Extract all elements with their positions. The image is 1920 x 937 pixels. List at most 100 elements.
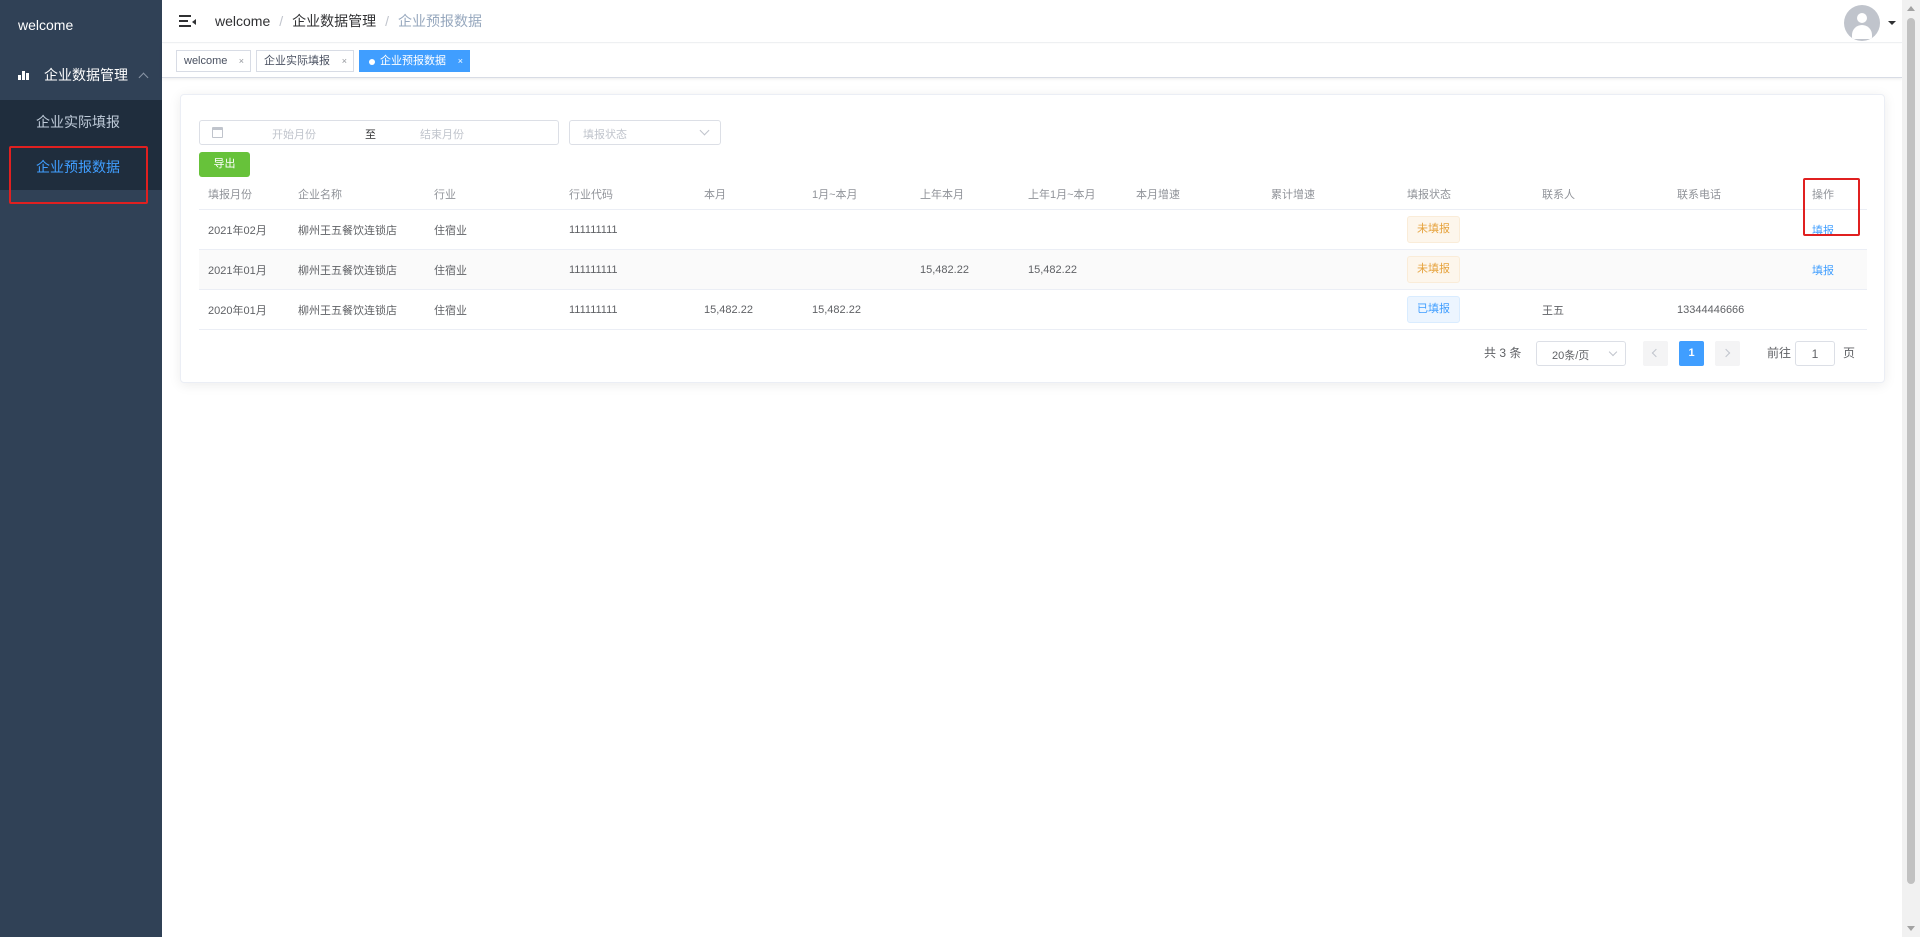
cell-phone: 13344446666: [1677, 303, 1745, 316]
cell-industry: 住宿业: [434, 224, 467, 237]
page-number-current[interactable]: 1: [1679, 341, 1704, 366]
header-action: 操作: [1812, 189, 1834, 201]
menu-group-enterprise-data[interactable]: 企业数据管理: [0, 50, 162, 100]
export-button[interactable]: 导出: [199, 152, 250, 177]
header-month-growth: 本月增速: [1136, 189, 1180, 201]
page-size-select[interactable]: 20条/页: [1536, 341, 1626, 366]
scroll-down-icon[interactable]: [1907, 926, 1915, 931]
tags-view: welcome × 企业实际填报 × 企业预报数据 ×: [162, 44, 1902, 78]
header-industry-code: 行业代码: [569, 189, 613, 201]
chevron-up-icon: [138, 72, 149, 82]
menu-group-label: 企业数据管理: [44, 67, 128, 83]
header-contact: 联系人: [1542, 189, 1575, 201]
vertical-scrollbar[interactable]: [1902, 0, 1920, 937]
header-phone: 联系电话: [1677, 189, 1721, 201]
breadcrumb-item-enterprise-data[interactable]: 企业数据管理: [292, 11, 376, 31]
header-last-year-ytd: 上年1月~本月: [1028, 189, 1096, 201]
goto-label: 前往: [1767, 346, 1792, 360]
tag-label: 企业实际填报: [264, 55, 330, 67]
fill-report-link[interactable]: 填报: [1812, 222, 1834, 238]
breadcrumb-separator: /: [279, 13, 284, 29]
goto-page-input[interactable]: [1795, 341, 1835, 366]
cell-month: 2020年01月: [208, 304, 267, 317]
cell-ytd: 15,482.22: [812, 303, 861, 316]
caret-down-icon[interactable]: [1888, 21, 1896, 25]
end-month-input[interactable]: 结束月份: [420, 126, 464, 142]
cell-code: 111111111: [569, 263, 618, 276]
cell-status: 未填报: [1407, 210, 1460, 249]
status-badge: 未填报: [1407, 216, 1460, 243]
header-ytd: 1月~本月: [812, 189, 858, 201]
tag-label: 企业预报数据: [380, 55, 446, 67]
cell-company: 柳州王五餐饮连锁店: [298, 264, 397, 277]
chevron-down-icon: [699, 125, 710, 136]
tag-actual-report[interactable]: 企业实际填报 ×: [256, 50, 354, 72]
active-dot-icon: [369, 59, 375, 65]
cell-action: 填报: [1812, 250, 1834, 289]
calendar-icon: [212, 127, 223, 138]
prev-page-button[interactable]: [1643, 341, 1668, 366]
submenu: 企业实际填报 企业预报数据: [0, 100, 162, 190]
cell-status: 已填报: [1407, 290, 1460, 329]
cell-company: 柳州王五餐饮连锁店: [298, 304, 397, 317]
month-range-picker[interactable]: 开始月份 至 结束月份: [199, 120, 559, 145]
chart-icon: [18, 70, 30, 80]
next-page-button[interactable]: [1715, 341, 1740, 366]
header-cumulative-growth: 累计增速: [1271, 189, 1315, 201]
header-status: 填报状态: [1407, 189, 1451, 201]
status-badge: 未填报: [1407, 256, 1460, 283]
table-row: 2020年01月 柳州王五餐饮连锁店 住宿业 111111111 15,482.…: [199, 290, 1867, 330]
breadcrumb-separator: /: [385, 13, 390, 29]
cell-last-current: 15,482.22: [920, 263, 969, 276]
page-suffix-label: 页: [1843, 346, 1856, 360]
cell-contact: 王五: [1542, 304, 1564, 317]
chevron-left-icon: [1651, 348, 1661, 358]
start-month-input[interactable]: 开始月份: [272, 126, 316, 142]
cell-action: 填报: [1812, 210, 1834, 249]
close-icon[interactable]: ×: [239, 51, 244, 71]
breadcrumb-item-current: 企业预报数据: [398, 13, 483, 29]
header-industry: 行业: [434, 189, 456, 201]
cell-month: 2021年01月: [208, 264, 267, 277]
breadcrumb-item-welcome[interactable]: welcome: [215, 13, 270, 29]
fill-report-link[interactable]: 填报: [1812, 262, 1834, 278]
sidebar-item-actual-report[interactable]: 企业实际填报: [0, 100, 162, 145]
table-row: 2021年01月 柳州王五餐饮连锁店 住宿业 111111111 15,482.…: [199, 250, 1867, 290]
header-company: 企业名称: [298, 189, 342, 201]
cell-industry: 住宿业: [434, 304, 467, 317]
cell-month: 2021年02月: [208, 224, 267, 237]
cell-status: 未填报: [1407, 250, 1460, 289]
table-header: 填报月份 企业名称 行业 行业代码 本月 1月~本月 上年本月 上年1月~本月 …: [199, 179, 1867, 210]
sidebar-logo[interactable]: welcome: [0, 0, 162, 50]
chevron-right-icon: [1721, 348, 1731, 358]
breadcrumb: welcome / 企业数据管理 / 企业预报数据: [215, 11, 482, 31]
cell-code: 111111111: [569, 303, 618, 316]
tag-forecast-data[interactable]: 企业预报数据 ×: [359, 50, 470, 72]
status-select[interactable]: 填报状态: [569, 120, 721, 145]
navbar: welcome / 企业数据管理 / 企业预报数据: [162, 0, 1902, 43]
scrollbar-thumb[interactable]: [1907, 18, 1915, 884]
menu-toggle-icon[interactable]: [179, 14, 196, 28]
close-icon[interactable]: ×: [342, 51, 347, 71]
cell-current: 15,482.22: [704, 303, 753, 316]
table-row: 2021年02月 柳州王五餐饮连锁店 住宿业 111111111 未填报 填报: [199, 210, 1867, 250]
header-current-month: 本月: [704, 189, 726, 201]
sidebar-item-forecast-data[interactable]: 企业预报数据: [0, 145, 162, 190]
cell-code: 111111111: [569, 223, 618, 236]
sidebar: welcome 企业数据管理 企业实际填报 企业预报数据: [0, 0, 162, 937]
close-icon[interactable]: ×: [458, 51, 463, 71]
status-select-placeholder: 填报状态: [583, 129, 627, 141]
header-report-month: 填报月份: [208, 189, 252, 201]
cell-industry: 住宿业: [434, 264, 467, 277]
chevron-down-icon: [1608, 347, 1618, 357]
avatar[interactable]: [1844, 5, 1880, 41]
tag-welcome[interactable]: welcome ×: [176, 50, 251, 72]
scroll-up-icon[interactable]: [1907, 6, 1915, 11]
page-size-label: 20条/页: [1552, 350, 1590, 362]
tag-label: welcome: [184, 55, 228, 67]
pagination-total: 共 3 条: [1484, 346, 1522, 360]
cell-company: 柳州王五餐饮连锁店: [298, 224, 397, 237]
data-table: 填报月份 企业名称 行业 行业代码 本月 1月~本月 上年本月 上年1月~本月 …: [199, 179, 1867, 330]
header-last-year-month: 上年本月: [920, 189, 964, 201]
main-card: 开始月份 至 结束月份 填报状态 导出 填报月份 企业名称 行业 行业代码 本月…: [180, 94, 1885, 383]
